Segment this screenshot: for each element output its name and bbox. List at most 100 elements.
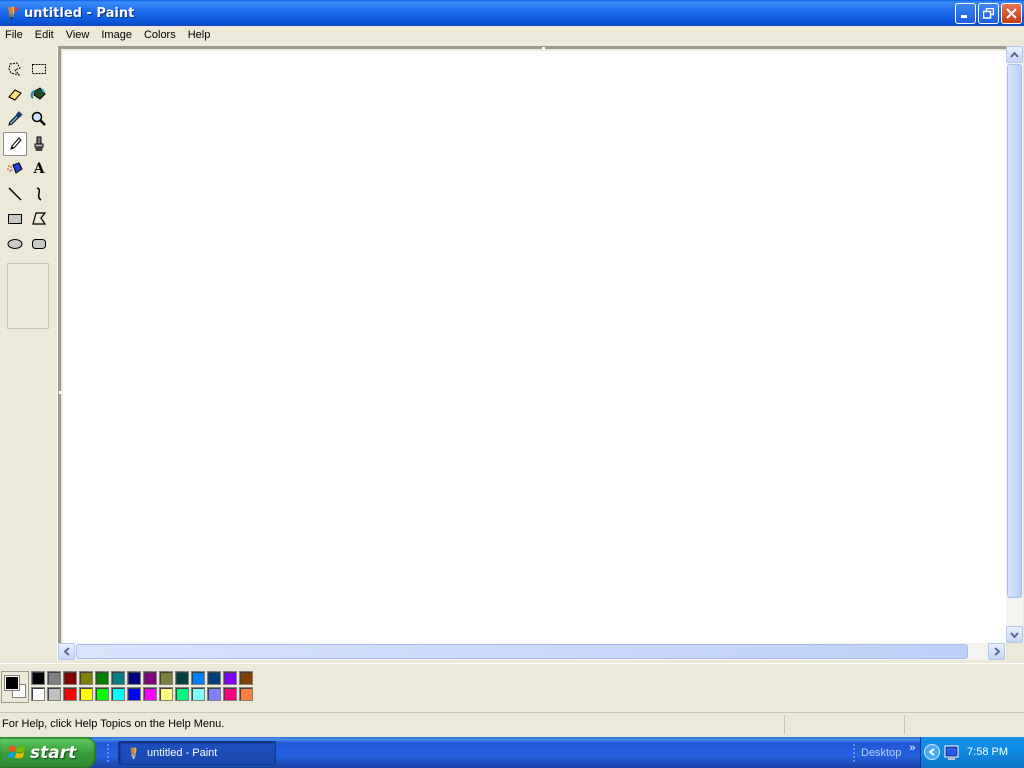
close-icon bbox=[1006, 8, 1017, 19]
status-pane-size bbox=[904, 715, 1022, 734]
network-tray-icon[interactable] bbox=[944, 745, 960, 761]
palette-swatch[interactable] bbox=[191, 687, 205, 701]
palette-swatch[interactable] bbox=[127, 687, 141, 701]
menu-colors[interactable]: Colors bbox=[138, 26, 182, 45]
palette-swatch[interactable] bbox=[111, 687, 125, 701]
eraser-icon bbox=[8, 89, 22, 101]
tool-options-box[interactable] bbox=[7, 263, 49, 329]
rect-select-icon bbox=[32, 64, 46, 74]
resize-handle-top[interactable] bbox=[542, 47, 545, 50]
tool-magnifier[interactable] bbox=[27, 107, 51, 131]
tool-curve[interactable] bbox=[27, 182, 51, 206]
line-icon bbox=[8, 187, 22, 201]
status-pane-position bbox=[784, 715, 904, 734]
palette-swatch[interactable] bbox=[175, 687, 189, 701]
brush-icon bbox=[34, 136, 44, 151]
palette-swatch[interactable] bbox=[95, 687, 109, 701]
palette-swatch[interactable] bbox=[63, 671, 77, 685]
tool-ellipse[interactable] bbox=[3, 232, 27, 256]
restore-button[interactable] bbox=[978, 3, 999, 24]
palette-swatch[interactable] bbox=[31, 671, 45, 685]
taskbar-grip-icon bbox=[107, 744, 109, 762]
tool-brush[interactable] bbox=[27, 132, 51, 156]
tool-rectangle[interactable] bbox=[3, 207, 27, 231]
menu-edit[interactable]: Edit bbox=[29, 26, 60, 45]
menu-file[interactable]: File bbox=[0, 26, 29, 45]
taskbar-clock[interactable]: 7:58 PM bbox=[967, 746, 1008, 758]
arrow-up-icon bbox=[1010, 51, 1019, 58]
palette-swatch[interactable] bbox=[191, 671, 205, 685]
tray-collapse-button[interactable] bbox=[924, 744, 940, 760]
palette-swatch[interactable] bbox=[47, 687, 61, 701]
menu-image[interactable]: Image bbox=[95, 26, 138, 45]
start-button[interactable]: start bbox=[0, 737, 96, 768]
magnifier-icon bbox=[31, 111, 46, 126]
resize-handle-left[interactable] bbox=[59, 391, 62, 394]
palette-swatch[interactable] bbox=[207, 671, 221, 685]
menu-help[interactable]: Help bbox=[182, 26, 217, 45]
drawing-canvas[interactable] bbox=[63, 51, 1007, 644]
tool-rounded-rectangle[interactable] bbox=[27, 232, 51, 256]
palette-swatch[interactable] bbox=[143, 687, 157, 701]
tool-pencil[interactable] bbox=[3, 132, 27, 156]
tool-line[interactable] bbox=[3, 182, 27, 206]
title-bar[interactable]: untitled - Paint bbox=[0, 0, 1024, 26]
palette-swatch[interactable] bbox=[239, 687, 253, 701]
palette-swatch[interactable] bbox=[95, 671, 109, 685]
vertical-scrollbar[interactable] bbox=[1006, 46, 1023, 643]
tool-free-form-select[interactable] bbox=[3, 57, 27, 81]
current-colors[interactable] bbox=[1, 671, 29, 703]
fill-bucket-icon bbox=[30, 87, 46, 100]
airbrush-icon bbox=[7, 162, 23, 174]
tool-pick-color[interactable] bbox=[3, 107, 27, 131]
rounded-rect-icon bbox=[32, 239, 46, 249]
palette-swatch[interactable] bbox=[159, 687, 173, 701]
palette-swatch[interactable] bbox=[239, 671, 253, 685]
palette-swatch[interactable] bbox=[79, 671, 93, 685]
windows-logo-icon bbox=[8, 745, 25, 758]
taskbar-button-label: untitled - Paint bbox=[147, 747, 218, 759]
palette-swatch[interactable] bbox=[223, 671, 237, 685]
horizontal-scroll-thumb[interactable] bbox=[76, 644, 968, 659]
tool-fill-with-color[interactable] bbox=[27, 82, 51, 106]
eyedropper-icon bbox=[8, 111, 23, 126]
palette-swatch[interactable] bbox=[223, 687, 237, 701]
palette-swatch[interactable] bbox=[47, 671, 61, 685]
close-button[interactable] bbox=[1001, 3, 1022, 24]
arrow-right-icon bbox=[993, 647, 1000, 656]
paint-app-icon[interactable] bbox=[4, 5, 20, 21]
palette-swatch[interactable] bbox=[63, 687, 77, 701]
scroll-corner bbox=[1006, 643, 1023, 660]
scroll-right-button[interactable] bbox=[988, 643, 1005, 660]
taskbar: start untitled - Paint Desktop » 7:58 PM bbox=[0, 737, 1024, 768]
horizontal-scrollbar[interactable] bbox=[58, 643, 1006, 660]
minimize-button[interactable] bbox=[955, 3, 976, 24]
palette-swatch[interactable] bbox=[207, 687, 221, 701]
scroll-up-button[interactable] bbox=[1006, 46, 1023, 63]
vertical-scroll-thumb[interactable] bbox=[1007, 64, 1022, 598]
desktop-toolbar-label: Desktop bbox=[861, 746, 902, 759]
tool-text[interactable]: A bbox=[27, 157, 51, 181]
scroll-down-button[interactable] bbox=[1006, 626, 1023, 643]
tool-eraser[interactable] bbox=[3, 82, 27, 106]
palette-swatch[interactable] bbox=[111, 671, 125, 685]
color-palette bbox=[0, 663, 1024, 709]
curve-icon bbox=[36, 187, 42, 201]
tool-select[interactable] bbox=[27, 57, 51, 81]
system-tray: 7:58 PM bbox=[920, 737, 1024, 768]
scroll-left-button[interactable] bbox=[58, 643, 75, 660]
palette-swatch[interactable] bbox=[143, 671, 157, 685]
palette-swatch[interactable] bbox=[31, 687, 45, 701]
palette-swatch[interactable] bbox=[127, 671, 141, 685]
arrow-down-icon bbox=[1010, 631, 1019, 638]
toolbar-chevron-icon[interactable]: » bbox=[909, 742, 915, 754]
tool-polygon[interactable] bbox=[27, 207, 51, 231]
desktop-toolbar[interactable]: Desktop » bbox=[852, 737, 915, 768]
palette-swatch[interactable] bbox=[79, 687, 93, 701]
ellipse-icon bbox=[7, 239, 23, 249]
tool-airbrush[interactable] bbox=[3, 157, 27, 181]
palette-swatch[interactable] bbox=[175, 671, 189, 685]
taskbar-button-paint[interactable]: untitled - Paint bbox=[118, 741, 276, 765]
menu-view[interactable]: View bbox=[60, 26, 96, 45]
palette-swatch[interactable] bbox=[159, 671, 173, 685]
